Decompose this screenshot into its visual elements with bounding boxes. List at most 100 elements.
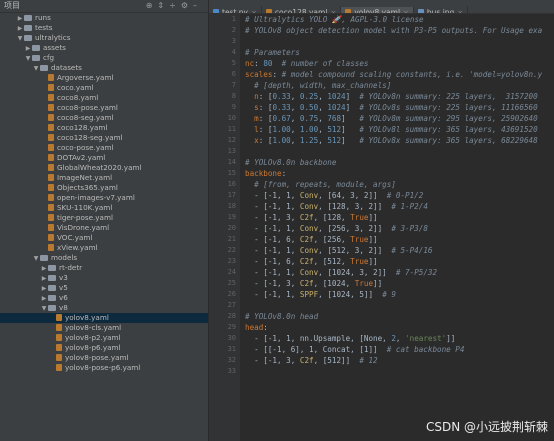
tree-file[interactable]: Argoverse.yaml [0, 73, 208, 83]
code-line[interactable]: - [-1, 3, C2f, [128, True]] [245, 212, 554, 223]
tree-item-label: yolov8-pose.yaml [65, 353, 129, 362]
code-line[interactable]: # [from, repeats, module, args] [245, 179, 554, 190]
tree-folder[interactable]: ▼ cfg [0, 53, 208, 63]
code-line[interactable]: - [-1, 1, SPPF, [1024, 5]] # 9 [245, 289, 554, 300]
code-line[interactable]: backbone: [245, 168, 554, 179]
line-number: 16 [227, 180, 236, 188]
code-line[interactable]: - [-1, 1, Conv, [1024, 3, 2]] # 7-P5/32 [245, 267, 554, 278]
code-line[interactable]: n: [0.33, 0.25, 1024] # YOLOv8n summary:… [245, 91, 554, 102]
tree-folder[interactable]: ▶ v5 [0, 283, 208, 293]
tree-item-label: yolov8.yaml [65, 313, 109, 322]
tree-folder[interactable]: ▶ tests [0, 23, 208, 33]
code-area[interactable]: # Ultralytics YOLO 🚀, AGPL-3.0 license # … [245, 14, 554, 441]
code-line[interactable]: - [-1, 1, Conv, [64, 3, 2]] # 0-P1/2 [245, 190, 554, 201]
code-line[interactable]: x: [1.00, 1.25, 512] # YOLOv8x summary: … [245, 135, 554, 146]
code-line[interactable]: s: [0.33, 0.50, 1024] # YOLOv8s summary:… [245, 102, 554, 113]
tree-file[interactable]: Objects365.yaml [0, 183, 208, 193]
tree-file[interactable]: yolov8-pose-p6.yaml [0, 363, 208, 373]
yaml-file-icon [48, 214, 54, 221]
tree-file[interactable]: VisDrone.yaml [0, 223, 208, 233]
tree-file[interactable]: coco128-seg.yaml [0, 133, 208, 143]
tree-file[interactable]: open-images-v7.yaml [0, 193, 208, 203]
tree-file[interactable]: GlobalWheat2020.yaml [0, 163, 208, 173]
tree-file[interactable]: tiger-pose.yaml [0, 213, 208, 223]
line-number: 33 [227, 367, 236, 375]
code-line[interactable]: # Ultralytics YOLO 🚀, AGPL-3.0 license [245, 14, 554, 25]
tree-item-label: open-images-v7.yaml [57, 193, 135, 202]
code-line[interactable] [245, 36, 554, 47]
code-line[interactable]: - [-1, 3, C2f, [512]] # 12 [245, 355, 554, 366]
tree-file[interactable]: coco-pose.yaml [0, 143, 208, 153]
tree-file[interactable]: coco8-seg.yaml [0, 113, 208, 123]
tree-file[interactable]: xView.yaml [0, 243, 208, 253]
code-token: ]] [368, 213, 378, 222]
code-token: , [290, 114, 300, 123]
editor-tabs: test.py × coco128.yaml × yolov8.yaml × bus.jpg… [209, 0, 554, 14]
tree-item-label: tests [35, 23, 53, 32]
tree-file[interactable]: DOTAv2.yaml [0, 153, 208, 163]
code-line[interactable]: m: [0.67, 0.75, 768] # YOLOv8m summary: … [245, 113, 554, 124]
tree-item-label: yolov8-cls.yaml [65, 323, 122, 332]
tree-file[interactable]: SKU-110K.yaml [0, 203, 208, 213]
code-line[interactable]: nc: 80 # number of classes [245, 58, 554, 69]
minimize-icon[interactable]: – [193, 1, 202, 10]
code-line[interactable]: - [[-1, 6], 1, Concat, [1]] # cat backbo… [245, 344, 554, 355]
editor-tab[interactable]: yolov8.yaml × [341, 7, 414, 13]
tree-file[interactable]: yolov8.yaml [0, 313, 208, 323]
tree-file[interactable]: coco128.yaml [0, 123, 208, 133]
collapse-icon[interactable]: ⇕ [157, 1, 169, 10]
code-line[interactable] [245, 300, 554, 311]
tree-file[interactable]: coco.yaml [0, 83, 208, 93]
code-line[interactable]: # YOLOv8.0n backbone [245, 157, 554, 168]
tree-folder[interactable]: ▼ datasets [0, 63, 208, 73]
code-line[interactable]: - [-1, 1, nn.Upsample, [None, 2, 'neares… [245, 333, 554, 344]
tree-file[interactable]: coco8-pose.yaml [0, 103, 208, 113]
yaml-file-icon [56, 344, 62, 351]
tree-folder[interactable]: ▼ ultralytics [0, 33, 208, 43]
code-line[interactable]: # [depth, width, max_channels] [245, 80, 554, 91]
code-line[interactable]: - [-1, 1, Conv, [256, 3, 2]] # 3-P3/8 [245, 223, 554, 234]
code-line[interactable]: # YOLOv8 object detection model with P3-… [245, 25, 554, 36]
editor-tab[interactable]: coco128.yaml × [262, 6, 342, 13]
code-token: 0.75 [299, 114, 319, 123]
tree-folder[interactable]: ▶ v3 [0, 273, 208, 283]
tree-file[interactable]: yolov8-pose.yaml [0, 353, 208, 363]
code-line[interactable]: scales: # model compound scaling constan… [245, 69, 554, 80]
editor-tab[interactable]: bus.jpg × [414, 6, 469, 13]
code-line[interactable]: - [-1, 1, Conv, [512, 3, 2]] # 5-P4/16 [245, 245, 554, 256]
code-line[interactable] [245, 146, 554, 157]
code-editor[interactable]: 1 2 3 4 5 6 7 8 9 10 11 12 13 14 15 16 17 18 19 20 21 22 23 24 2… [209, 14, 554, 441]
tree-file[interactable]: ImageNet.yaml [0, 173, 208, 183]
code-line[interactable]: - [-1, 6, C2f, [256, True]] [245, 234, 554, 245]
code-line[interactable]: - [-1, 6, C2f, [512, True]] [245, 256, 554, 267]
code-token: # model compound scaling constants, i.e.… [281, 70, 543, 79]
project-panel-title[interactable]: 项目 [4, 0, 20, 12]
target-icon[interactable]: ⊕ [146, 1, 158, 10]
tree-file[interactable]: yolov8-cls.yaml [0, 323, 208, 333]
code-token: # number of classes [272, 59, 369, 68]
tree-file[interactable]: VOC.yaml [0, 233, 208, 243]
settings-icon[interactable]: ⚙ [181, 1, 193, 10]
tree-file[interactable]: coco8.yaml [0, 93, 208, 103]
code-line[interactable]: l: [1.00, 1.00, 512] # YOLOv8l summary: … [245, 124, 554, 135]
code-line[interactable] [245, 366, 554, 377]
tree-folder[interactable]: ▶ rt-detr [0, 263, 208, 273]
code-line[interactable]: - [-1, 3, C2f, [1024, True]] [245, 278, 554, 289]
code-line[interactable]: - [-1, 1, Conv, [128, 3, 2]] # 1-P2/4 [245, 201, 554, 212]
code-token: Conv [299, 224, 319, 233]
code-line[interactable]: # YOLOv8.0n head [245, 311, 554, 322]
tree-folder[interactable]: ▶ assets [0, 43, 208, 53]
tree-file[interactable]: yolov8-p2.yaml [0, 333, 208, 343]
editor-tab[interactable]: test.py × [209, 6, 262, 13]
yaml-file-icon [48, 84, 54, 91]
tree-folder[interactable]: ▼ models [0, 253, 208, 263]
tree-folder[interactable]: ▶ runs [0, 13, 208, 23]
tree-folder[interactable]: ▼ v8 [0, 303, 208, 313]
tree-folder[interactable]: ▶ v6 [0, 293, 208, 303]
expand-icon[interactable]: ÷ [169, 1, 181, 10]
code-line[interactable]: head: [245, 322, 554, 333]
yaml-file-icon [48, 74, 54, 81]
code-line[interactable]: # Parameters [245, 47, 554, 58]
yaml-file-icon [56, 364, 62, 371]
tree-file[interactable]: yolov8-p6.yaml [0, 343, 208, 353]
